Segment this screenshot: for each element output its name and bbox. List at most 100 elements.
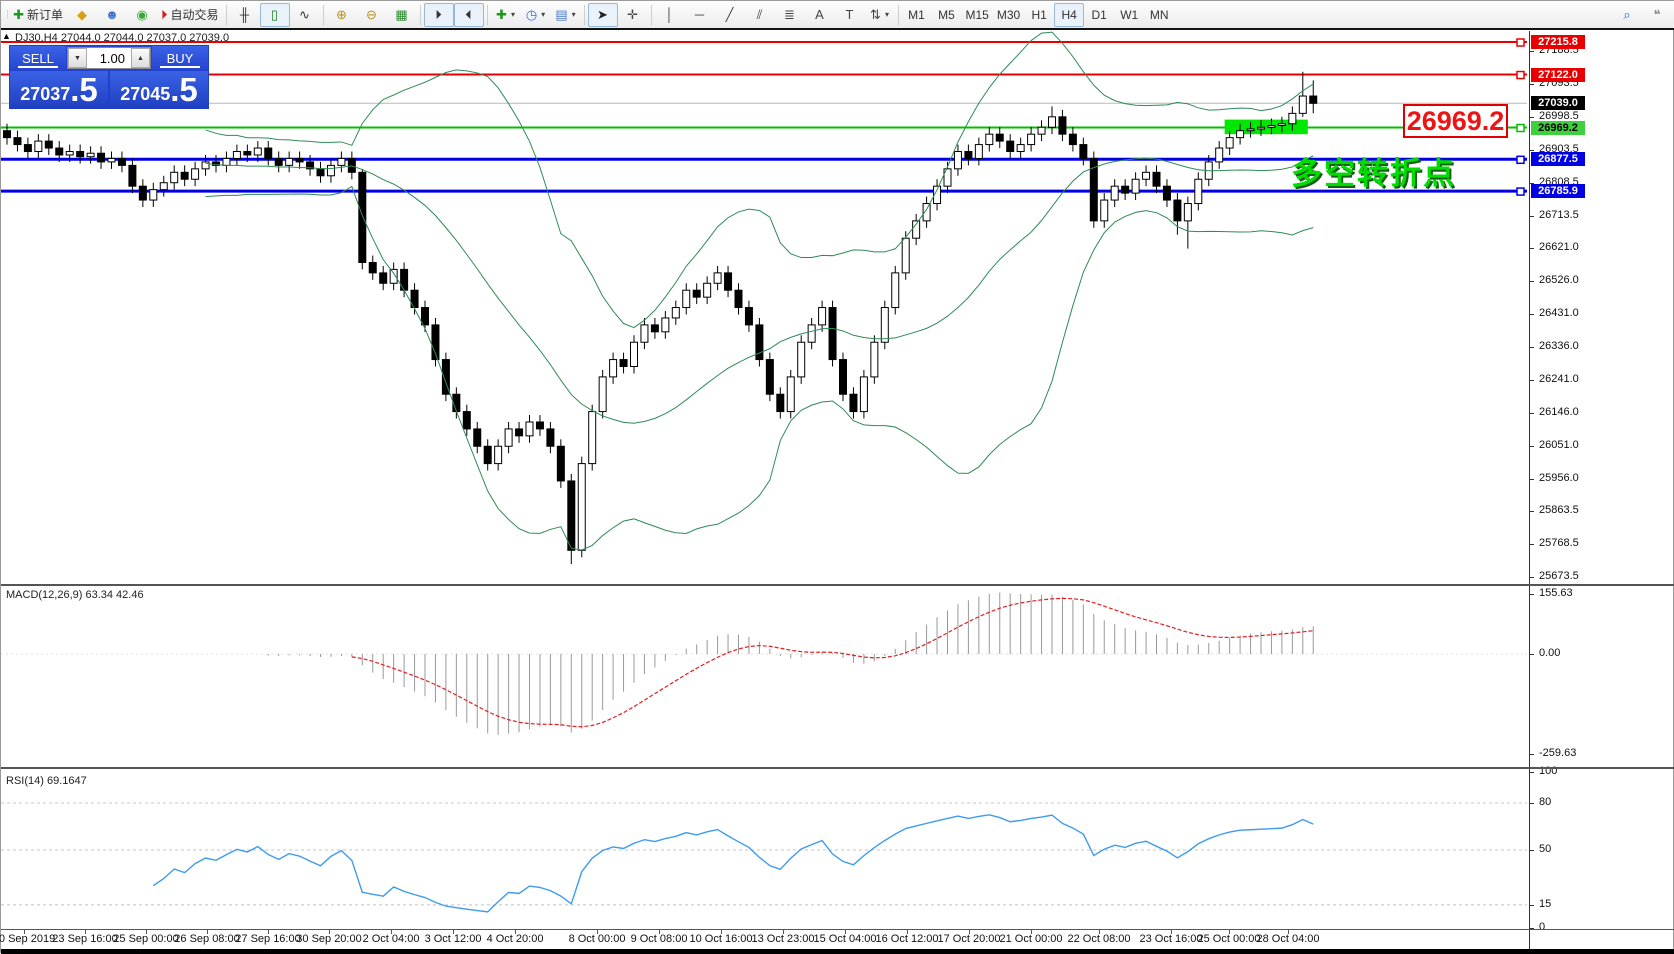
candle-body <box>766 360 773 395</box>
price-level-badge: 27039.0 <box>1531 96 1585 110</box>
sell-price: 27037 <box>20 84 70 105</box>
bollinger-band-line <box>206 32 1314 327</box>
price-level-badge: 26785.9 <box>1531 184 1585 198</box>
candle-body <box>348 158 355 172</box>
candle-body <box>589 412 596 464</box>
candle-body <box>631 342 638 366</box>
candle-body <box>620 360 627 367</box>
candle-body <box>1069 134 1076 144</box>
candle-body <box>422 308 429 325</box>
candle-body <box>683 290 690 307</box>
buy-button[interactable]: BUY <box>152 46 208 70</box>
candle-body <box>1310 96 1317 103</box>
candle-body <box>202 162 209 169</box>
candle-body <box>996 134 1003 141</box>
bollinger-band-line <box>206 187 1314 550</box>
price-callout-label[interactable]: 26969.2 <box>1403 104 1508 138</box>
level-line-handle[interactable] <box>1517 156 1524 163</box>
candle-body <box>954 152 961 169</box>
candle-body <box>892 273 899 308</box>
candle-body <box>798 342 805 377</box>
candle-body <box>1268 126 1275 128</box>
candle-body <box>139 186 146 200</box>
candle-body <box>860 377 867 412</box>
price-level-badge: 26877.5 <box>1531 152 1585 166</box>
candle-body <box>24 145 31 152</box>
candle-body <box>108 158 115 161</box>
sell-button-label: SELL <box>22 51 54 66</box>
candle-body <box>1132 179 1139 193</box>
sell-underline <box>18 66 58 68</box>
price-level-badge: 27122.0 <box>1531 68 1585 82</box>
time-axis-separator <box>1 929 1674 930</box>
volume-input[interactable]: 1.00 <box>87 48 131 68</box>
candle-body <box>1080 145 1087 159</box>
macd-signal-line <box>352 598 1313 726</box>
candle-body <box>1143 172 1150 179</box>
buy-underline <box>160 66 200 68</box>
candle-body <box>557 446 564 481</box>
volume-decrease-button[interactable]: ▼ <box>68 48 87 68</box>
buy-price-button[interactable]: 27045 .5 <box>110 71 208 109</box>
candle-body <box>56 148 63 155</box>
buy-button-label: BUY <box>167 51 194 66</box>
buy-price-fraction: .5 <box>170 71 198 109</box>
candle-body <box>14 138 21 145</box>
candle-body <box>244 152 251 155</box>
candle-body <box>975 145 982 159</box>
candle-body <box>526 422 533 436</box>
candle-body <box>850 394 857 411</box>
volume-increase-button[interactable]: ▲ <box>131 48 150 68</box>
candle-body <box>286 158 293 165</box>
sell-price-button[interactable]: 27037 .5 <box>10 71 108 109</box>
level-line-handle[interactable] <box>1517 188 1524 195</box>
candle-body <box>714 273 721 283</box>
candle-body <box>129 165 136 186</box>
window-bottom-strip <box>1 949 1674 954</box>
rsi-line <box>153 815 1313 912</box>
candle-body <box>1111 186 1118 200</box>
candle-body <box>181 172 188 179</box>
candle-body <box>777 394 784 411</box>
sell-price-fraction: .5 <box>70 71 98 109</box>
candle-body <box>693 290 700 297</box>
candle-body <box>735 290 742 307</box>
candle-body <box>317 169 324 176</box>
bollinger-band-line <box>206 156 1314 423</box>
level-line-handle[interactable] <box>1517 39 1524 46</box>
candle-body <box>1038 127 1045 134</box>
candle-body <box>651 325 658 332</box>
candle-body <box>192 169 199 179</box>
price-chart-canvas[interactable] <box>1 1 1674 954</box>
macd-panel[interactable] <box>1 593 1527 735</box>
candle-body <box>1216 148 1223 162</box>
candle-body <box>986 134 993 144</box>
candle-body <box>87 153 94 156</box>
pivot-annotation-text[interactable]: 多空转折点 <box>1291 148 1456 193</box>
candle-body <box>327 165 334 175</box>
rsi-panel-separator[interactable] <box>1 767 1674 769</box>
candle-body <box>118 158 125 165</box>
macd-panel-separator[interactable] <box>1 584 1674 586</box>
candle-body <box>160 183 167 190</box>
level-line-handle[interactable] <box>1517 72 1524 79</box>
candle-body <box>704 283 711 297</box>
candle-body <box>1299 96 1306 113</box>
candle-body <box>1059 117 1066 134</box>
candle-body <box>641 325 648 342</box>
symbol-marker-icon: ▲ <box>2 31 11 41</box>
rsi-indicator-label: RSI(14) 69.1647 <box>6 775 87 787</box>
sell-button[interactable]: SELL <box>10 46 66 70</box>
candle-body <box>1153 172 1160 186</box>
candle-body <box>819 308 826 325</box>
candle-body <box>35 141 42 151</box>
candle-body <box>672 308 679 318</box>
candle-body <box>902 238 909 273</box>
candle-body <box>965 152 972 159</box>
candle-body <box>871 342 878 377</box>
rsi-panel[interactable] <box>1 803 1527 912</box>
candle-body <box>881 308 888 343</box>
level-line-handle[interactable] <box>1517 125 1524 132</box>
main-chart-panel[interactable] <box>1 32 1527 564</box>
candle-body <box>171 172 178 182</box>
